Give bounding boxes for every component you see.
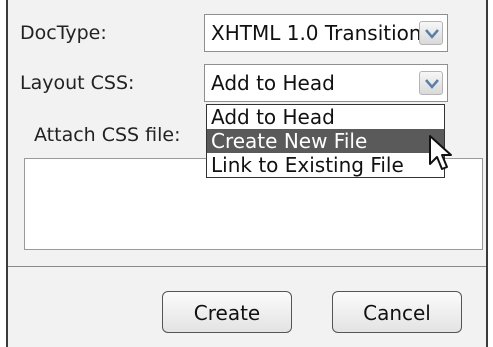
doctype-label: DocType: [20,22,107,44]
doctype-value: XHTML 1.0 Transitional [211,21,440,45]
dropdown-option-link-to-existing-file[interactable]: Link to Existing File [207,153,444,177]
dropdown-option-add-to-head[interactable]: Add to Head [207,105,444,129]
layout-css-select[interactable]: Add to Head [204,64,448,102]
layout-css-label: Layout CSS: [20,72,135,94]
layout-css-dropdown: Add to Head Create New File Link to Exis… [206,104,445,178]
new-document-dialog: DocType: XHTML 1.0 Transitional Layout C… [6,0,488,347]
mouse-pointer-icon [428,134,454,178]
layout-css-value: Add to Head [211,71,335,95]
cancel-button[interactable]: Cancel [332,291,462,333]
doctype-select[interactable]: XHTML 1.0 Transitional [204,14,448,52]
dropdown-option-create-new-file[interactable]: Create New File [207,129,444,153]
create-button[interactable]: Create [162,291,292,333]
divider [8,266,486,267]
attach-css-label: Attach CSS file: [34,124,181,146]
chevron-down-icon[interactable] [419,71,443,95]
chevron-down-icon[interactable] [419,21,443,45]
